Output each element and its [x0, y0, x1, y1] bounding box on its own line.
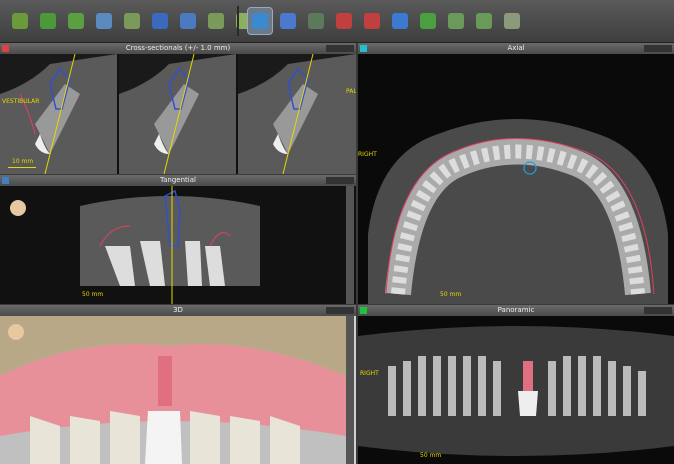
wand-button[interactable] — [332, 8, 356, 34]
vestibular-label: VESTIBULAR — [2, 98, 39, 105]
panoramic-panel[interactable]: Panoramic RIGHT 50 mm — [358, 305, 674, 464]
right-label: RIGHT — [360, 370, 379, 377]
measure-tool-button[interactable] — [8, 8, 32, 34]
implant-blue-icon — [96, 13, 112, 29]
drill-icon — [180, 13, 196, 29]
scale-label: 50 mm — [420, 452, 442, 459]
panel-title: Tangential — [160, 176, 196, 184]
wand-icon — [336, 13, 352, 29]
box-icon — [392, 13, 408, 29]
eraser-button[interactable] — [360, 8, 384, 34]
palatal-label: PALATAL — [346, 88, 356, 95]
panel-color-marker — [360, 45, 367, 52]
curve-icon — [308, 13, 324, 29]
eraser-icon — [364, 13, 380, 29]
vertical-scrollbar[interactable] — [346, 186, 354, 304]
tooth-c-button[interactable] — [500, 8, 524, 34]
scale-label: 50 mm — [82, 291, 104, 298]
cylinder-button[interactable] — [148, 8, 172, 34]
panel-title: Panoramic — [497, 306, 535, 314]
right-label: RIGHT — [358, 151, 377, 158]
vertical-scrollbar[interactable] — [346, 316, 354, 464]
cross-sectionals-panel[interactable]: Cross-sectionals (+/- 1.0 mm) 10 mm PAL — [0, 43, 356, 174]
scale-label: 50 mm — [440, 291, 462, 298]
panel-color-marker — [360, 307, 367, 314]
abutment-icon — [208, 13, 224, 29]
orient-icon — [252, 13, 268, 29]
panoramic-image — [358, 316, 674, 464]
implant-green-button[interactable] — [36, 8, 60, 34]
scale-bar — [8, 167, 36, 168]
panel-titlebar: Tangential — [0, 175, 356, 186]
panel-title: Cross-sectionals (+/- 1.0 mm) — [125, 44, 231, 52]
implant-group-button[interactable] — [64, 8, 88, 34]
panel-titlebar: 3D — [0, 305, 356, 316]
panel-controls[interactable] — [644, 307, 672, 314]
implant-rotate-icon — [124, 13, 140, 29]
tooth-a-icon — [448, 13, 464, 29]
panel-color-marker — [2, 45, 9, 52]
implant-green-icon — [40, 13, 56, 29]
implant-rotate-button[interactable] — [120, 8, 144, 34]
panel-titlebar: Cross-sectionals (+/- 1.0 mm) — [0, 43, 356, 54]
panel-controls[interactable] — [326, 307, 354, 314]
tooth-a-button[interactable] — [444, 8, 468, 34]
drill-button[interactable] — [176, 8, 200, 34]
panel-controls[interactable] — [326, 177, 354, 184]
toolbar-separator — [237, 6, 239, 36]
abutment-button[interactable] — [204, 8, 228, 34]
cross-section-images — [0, 54, 356, 174]
panel-title: Axial — [507, 44, 525, 52]
scale-label: 10 mm — [12, 158, 34, 165]
cube-arrow-icon — [280, 13, 296, 29]
3d-panel[interactable]: 3D — [0, 305, 356, 464]
axial-panel[interactable]: Axial RIGHT 50 mm — [358, 43, 674, 304]
axial-image — [358, 54, 674, 304]
panel-titlebar: Axial — [358, 43, 674, 54]
3d-model-image — [0, 316, 346, 464]
orient-button[interactable] — [247, 7, 273, 35]
undo-icon — [420, 13, 436, 29]
undo-button[interactable] — [416, 8, 440, 34]
implant-blue-button[interactable] — [92, 8, 116, 34]
panel-title: 3D — [173, 306, 183, 314]
panel-color-marker — [2, 177, 9, 184]
tangential-panel[interactable]: Tangential 50 mm — [0, 175, 356, 304]
measure-tool-icon — [12, 13, 28, 29]
implant-group-icon — [68, 13, 84, 29]
box-button[interactable] — [388, 8, 412, 34]
tooth-b-icon — [476, 13, 492, 29]
panel-controls[interactable] — [644, 45, 672, 52]
panel-titlebar: Panoramic — [358, 305, 674, 316]
tangential-image — [0, 186, 346, 304]
tooth-c-icon — [504, 13, 520, 29]
tooth-b-button[interactable] — [472, 8, 496, 34]
panel-controls[interactable] — [326, 45, 354, 52]
curve-button[interactable] — [304, 8, 328, 34]
main-toolbar — [0, 0, 674, 43]
cylinder-icon — [152, 13, 168, 29]
cube-arrow-button[interactable] — [276, 8, 300, 34]
